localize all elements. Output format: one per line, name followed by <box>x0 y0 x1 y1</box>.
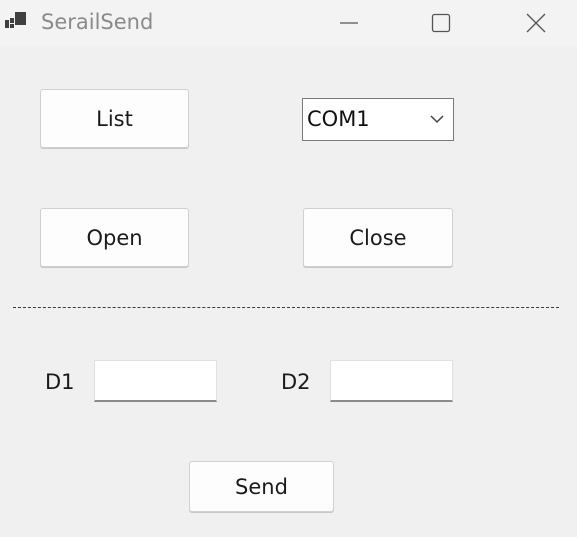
d1-label: D1 <box>45 370 75 394</box>
port-select-value: COM1 <box>307 107 370 131</box>
close-port-button[interactable]: Close <box>303 208 453 267</box>
close-icon <box>526 13 546 33</box>
minimize-button[interactable] <box>326 0 372 46</box>
close-window-button[interactable] <box>513 0 559 46</box>
send-button[interactable]: Send <box>189 461 334 512</box>
d1-input[interactable] <box>94 360 217 402</box>
dashed-divider <box>13 307 559 308</box>
title-bar[interactable]: SerailSend <box>0 0 577 46</box>
chevron-down-icon <box>430 115 444 124</box>
minimize-icon <box>340 22 358 24</box>
maximize-button[interactable] <box>418 0 464 46</box>
maximize-icon <box>431 13 451 33</box>
list-button[interactable]: List <box>40 89 189 148</box>
serial-send-window: SerailSend List COM1 Open Close D1 D2 Se… <box>0 0 577 537</box>
port-select[interactable]: COM1 <box>302 98 454 141</box>
app-icon <box>5 12 26 28</box>
d2-input[interactable] <box>330 360 453 402</box>
open-button[interactable]: Open <box>40 208 189 267</box>
d2-label: D2 <box>281 370 311 394</box>
window-title: SerailSend <box>41 10 154 34</box>
